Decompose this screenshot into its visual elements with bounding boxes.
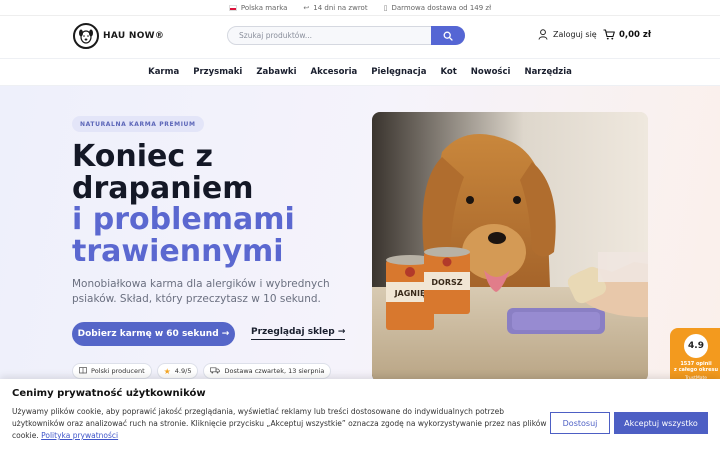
chip-label: Polski producent <box>91 367 145 375</box>
topbar-label: 14 dni na zwrot <box>313 3 368 12</box>
logo-text: HAU NOW® <box>103 31 165 41</box>
logo[interactable]: HAU NOW® <box>73 23 164 49</box>
can-label: JAGNIĘ <box>394 289 426 298</box>
topbar-item-delivery: ▯ Darmowa dostawa od 149 zł <box>384 4 491 12</box>
hero-title-accent: i problemami <box>72 202 295 237</box>
nav-item-akcesoria[interactable]: Akcesoria <box>311 67 358 77</box>
hero-subtitle: Monobiałkowa karma dla alergików i wybre… <box>72 278 330 305</box>
chip-rating: ★ 4.9/5 <box>156 363 199 379</box>
chip-delivery: Dostawa czwartek, 13 sierpnia <box>203 363 332 379</box>
dog-logo-icon <box>73 23 99 49</box>
topbar-item-polish-brand: Polska marka <box>228 3 288 12</box>
cookie-text: Używamy plików cookie, aby poprawić jako… <box>12 406 547 442</box>
hero-chips: Polski producent ★ 4.9/5 Dostawa czwarte… <box>72 363 332 379</box>
chip-label: Dostawa czwartek, 13 sierpnia <box>224 367 325 375</box>
trust-rating: 4.9 <box>684 334 708 358</box>
customize-cookies-button[interactable]: Dostosuj <box>550 412 610 434</box>
search-icon <box>443 31 453 41</box>
main-nav: Karma Przysmaki Zabawki Akcesoria Pielęg… <box>0 58 720 86</box>
find-food-button[interactable]: Dobierz karmę w 60 sekund → <box>72 322 235 346</box>
truck-icon <box>210 366 221 376</box>
nav-item-przysmaki[interactable]: Przysmaki <box>193 67 242 77</box>
chip-polish-producer: Polski producent <box>72 363 152 379</box>
cart-icon <box>603 29 615 40</box>
return-arrow-icon: ↩ <box>303 3 310 12</box>
topbar-item-returns: ↩ 14 dni na zwrot <box>303 4 367 12</box>
flag-poland-icon <box>228 4 237 11</box>
trust-reviews: 1537 opinii z całego okresu <box>674 361 718 373</box>
nav-item-narzedzia[interactable]: Narzędzia <box>524 67 571 77</box>
food-can-cod: DORSZ <box>424 247 470 314</box>
chip-label: 4.9/5 <box>174 367 192 375</box>
can-label: DORSZ <box>431 278 462 287</box>
topbar-label: Polska marka <box>240 3 288 12</box>
nav-item-zabawki[interactable]: Zabawki <box>256 67 296 77</box>
search-bar <box>227 26 465 45</box>
nav-item-kot[interactable]: Kot <box>440 67 456 77</box>
browse-shop-link[interactable]: Przeglądaj sklep → <box>251 327 346 340</box>
hero-dog-image: JAGNIĘ DORSZ <box>372 112 648 382</box>
topbar-label: Darmowa dostawa od 149 zł <box>391 3 492 12</box>
trust-reviews-period: z całego okresu <box>673 367 719 373</box>
truck-icon: ▯ <box>383 3 388 12</box>
star-icon: ★ <box>163 366 171 376</box>
cart-button[interactable]: 0,00 zł <box>603 29 651 40</box>
hero-title: Koniec z drapaniem i problemami trawienn… <box>72 141 295 267</box>
search-button[interactable] <box>431 26 465 45</box>
nav-item-nowosci[interactable]: Nowości <box>471 67 511 77</box>
nav-item-pielegnacja[interactable]: Pielęgnacja <box>371 67 426 77</box>
accept-all-cookies-button[interactable]: Akceptuj wszystko <box>614 412 708 434</box>
login-link[interactable]: Zaloguj się <box>538 29 597 40</box>
user-icon <box>538 29 548 40</box>
top-info-bar: Polska marka ↩ 14 dni na zwrot ▯ Darmowa… <box>0 0 720 16</box>
cookie-banner: Cenimy prywatność użytkowników Używamy p… <box>0 379 720 450</box>
hero-title-accent: trawiennymi <box>72 233 284 269</box>
nav-item-karma[interactable]: Karma <box>148 67 179 77</box>
site-header: HAU NOW® Zaloguj się 0,00 zł <box>0 16 720 58</box>
hero-title-line: Koniec z <box>72 139 214 174</box>
search-input[interactable] <box>228 31 431 40</box>
hero-title-line: drapaniem <box>72 170 254 206</box>
cart-total: 0,00 zł <box>619 29 652 40</box>
privacy-policy-link[interactable]: Polityka prywatności <box>41 431 118 440</box>
book-icon <box>79 366 87 376</box>
login-label: Zaloguj się <box>553 30 597 39</box>
hero-badge: NATURALNA KARMA PREMIUM <box>72 116 204 132</box>
cookie-title: Cenimy prywatność użytkowników <box>12 388 206 399</box>
